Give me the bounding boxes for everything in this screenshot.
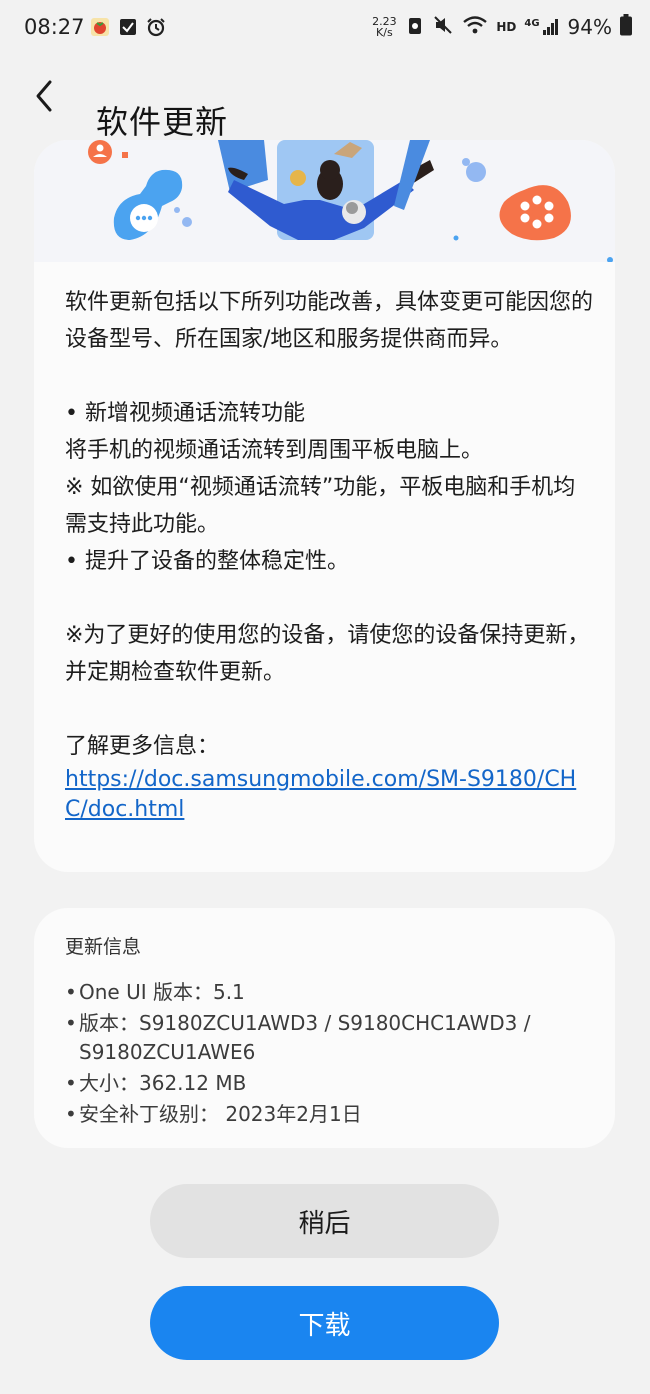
feature-description: 将手机的视频通话流转到周围平板电脑上。 — [65, 438, 484, 463]
update-info-list: • One UI 版本：5.1 • 版本：S9180ZCU1AWD3 / S9180… — [65, 978, 595, 1131]
tomato-app-icon — [90, 17, 110, 37]
list-item: • 版本：S9180ZCU1AWD3 / S9180CHC1AWD3 / S918… — [65, 1009, 595, 1067]
more-info-label: 了解更多信息： — [65, 734, 220, 759]
feature-title: • 新增视频通话流转功能 — [65, 401, 305, 426]
status-bar: 08:27 2.23 K/s HD 4G 94% — [0, 0, 650, 58]
release-notes-text: 软件更新包括以下所列功能改善，具体变更可能因您的设备型号、所在国家/地区和服务提… — [65, 284, 595, 825]
stability-note: • 提升了设备的整体稳定性。 — [65, 549, 349, 574]
list-item: • 安全补丁级别： 2023年2月1日 — [65, 1100, 595, 1129]
wifi-icon — [462, 15, 488, 39]
build-version: 版本：S9180ZCU1AWD3 / S9180CHC1AWD3 / S9180… — [79, 1011, 531, 1064]
network-speed-unit: K/s — [376, 26, 393, 39]
one-ui-version: One UI 版本：5.1 — [79, 980, 245, 1004]
page-title: 软件更新 — [96, 103, 229, 142]
network-type-label: 4G — [524, 18, 540, 29]
back-button[interactable] — [28, 74, 68, 118]
release-notes-card: 软件更新包括以下所列功能改善，具体变更可能因您的设备型号、所在国家/地区和服务提… — [34, 140, 615, 872]
mute-icon — [432, 14, 454, 40]
hd-label: HD — [496, 20, 517, 34]
battery-percent: 94% — [567, 15, 612, 39]
app-header: 软件更新 — [0, 58, 650, 141]
update-illustration — [34, 140, 615, 263]
list-item: • 大小：362.12 MB — [65, 1069, 595, 1098]
back-arrow-icon — [36, 80, 52, 112]
notification-icons — [90, 17, 166, 37]
checkbox-icon — [118, 17, 138, 37]
signal-icon: 4G — [524, 18, 559, 36]
download-button[interactable]: 下载 — [150, 1286, 499, 1360]
battery-icon — [620, 14, 632, 40]
status-right-icons: 2.23 K/s HD 4G 94% — [370, 14, 632, 40]
security-patch-level: 安全补丁级别： 2023年2月1日 — [79, 1102, 362, 1126]
update-info-card: 更新信息 • One UI 版本：5.1 • 版本：S9180ZCU1AWD3 / … — [34, 908, 615, 1148]
status-time: 08:27 — [24, 15, 85, 39]
more-info-link[interactable]: https://doc.samsungmobile.com/SM-S9180/C… — [65, 767, 576, 822]
intro-text: 软件更新包括以下所列功能改善，具体变更可能因您的设备型号、所在国家/地区和服务提… — [65, 290, 594, 352]
update-size: 大小：362.12 MB — [79, 1071, 247, 1095]
advice-text: ※为了更好的使用您的设备，请使您的设备保持更新，并定期检查软件更新。 — [65, 623, 590, 685]
alarm-icon — [146, 17, 166, 37]
list-item: • One UI 版本：5.1 — [65, 978, 595, 1007]
later-button[interactable]: 稍后 — [150, 1184, 499, 1258]
network-speed: 2.23 K/s — [370, 16, 398, 38]
update-info-title: 更新信息 — [65, 936, 142, 958]
recycle-icon — [406, 15, 424, 39]
feature-note: ※ 如欲使用“视频通话流转”功能，平板电脑和手机均需支持此功能。 — [65, 475, 576, 537]
